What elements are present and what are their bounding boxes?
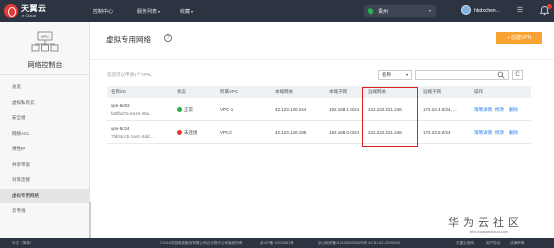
local-subnet: 192.168.0.0/24 (329, 130, 360, 135)
watermark: 华为云社区 (448, 217, 523, 229)
delete-link[interactable]: 删除 (509, 130, 518, 136)
filter-select[interactable]: 名称 ▾ (378, 70, 412, 80)
table-row: vpn-6e02 fa0fbd7a-ea16-45a... 正常 VPC-1 42.12… (107, 99, 531, 121)
content-header: 虚拟专用网络 ? + 创建VPN (91, 22, 554, 60)
nav-console[interactable]: 控制中心 (93, 8, 113, 15)
sidebar: VPC 网络控制台 总览虚拟私有云 安全组网络ACL 弹性IP 共享带宽 对等连接 虚拟专… (0, 22, 91, 242)
status-badge: 正常 (177, 107, 193, 113)
sidebar-title: 网络控制台 (27, 62, 63, 69)
create-vpn-button[interactable]: + 创建VPN (496, 32, 542, 44)
brand-sub: e Cloud (22, 13, 36, 18)
police-record[interactable]: 京公网安备11010502030405号 A2.B1.B2-20090001 (318, 238, 401, 248)
region-selector[interactable]: 贵州 ▾ (364, 5, 436, 17)
sidebar-item[interactable]: 虚拟私有云 (0, 96, 90, 110)
status-icon (177, 130, 182, 136)
policy-details-link[interactable]: 策略详情 (474, 107, 492, 113)
location-pin-icon (366, 7, 375, 15)
vpc-name: VPC-1 (220, 107, 234, 112)
table-row: vpn-5c24 7fd04ccb-1a4c-4dd... 未连接 VPC2 42.12… (107, 122, 531, 144)
svg-text:VPC: VPC (41, 34, 49, 39)
nav-services[interactable]: 服务列表▾ (137, 8, 160, 15)
search-input[interactable] (415, 70, 509, 80)
quota-hint: 您还可以申请1个VPN。 (107, 72, 155, 77)
logo-icon[interactable] (4, 4, 18, 18)
sidebar-item[interactable]: 弹性IP (0, 142, 90, 156)
vpc-illustration-icon: VPC (31, 31, 59, 52)
remote-gateway-highlight (362, 87, 418, 147)
username[interactable]: hbdxchen... (474, 8, 500, 14)
vpn-id: 7fd04ccb-1a4c-4dd... (111, 134, 154, 139)
modify-link[interactable]: 修改 (495, 107, 504, 113)
remote-subnet: 172.23.5.0/24 (423, 130, 451, 135)
local-subnet: 192.168.1.0/24 (329, 107, 360, 112)
status-icon (177, 107, 182, 113)
avatar[interactable] (461, 5, 471, 15)
top-bar: 天翼云 e Cloud 控制中心 服务列表▾ 收藏▾ 贵州 ▾ hbdxchen… (0, 0, 554, 22)
col-header: 本端子网 (329, 89, 347, 94)
chevron-down-icon: ▾ (405, 72, 408, 77)
icp-number[interactable]: 京ICP备 12022551号 (260, 238, 294, 248)
vpn-name[interactable]: vpn-5c24 (111, 126, 130, 131)
local-gateway: 42.123.120.244 (275, 107, 307, 112)
col-header: 状态 (177, 89, 186, 94)
search-icon[interactable] (497, 71, 505, 79)
status-text: 正常 (184, 107, 193, 112)
status-badge: 未连接 (177, 130, 198, 136)
sidebar-item[interactable]: 共享带宽 (0, 158, 90, 172)
col-header: 名称/ID (111, 89, 126, 94)
filter-select-value: 名称 (382, 72, 391, 77)
language-selector[interactable]: 中文（简体） (12, 238, 34, 248)
local-gateway: 42.123.120.196 (275, 130, 307, 135)
chevron-down-icon: ▾ (158, 9, 161, 14)
watermark-url: bbs.huaweicloud.com (470, 229, 509, 234)
region-name: 贵州 (378, 9, 389, 15)
remote-subnet: 172.23.4.0/24, ... (423, 107, 457, 112)
copyright: ©2018中国电信股份有限公司云计算分公司版权所有 (160, 241, 243, 245)
sidebar-item[interactable]: 对等连接 (0, 173, 90, 187)
col-header: 所属VPC (220, 89, 239, 94)
nav-favorites[interactable]: 收藏▾ (180, 8, 193, 15)
sidebar-item[interactable]: 虚拟专用网络 (0, 188, 90, 203)
modify-link[interactable]: 修改 (495, 130, 504, 136)
notification-badge (547, 4, 552, 9)
delete-link[interactable]: 删除 (509, 107, 518, 113)
sidebar-scrollbar[interactable] (89, 202, 91, 242)
chevron-down-icon: ▾ (428, 8, 431, 13)
chevron-down-icon: ▾ (191, 9, 194, 14)
footer-link[interactable]: 用户协议 (486, 238, 500, 248)
sidebar-item[interactable]: 安全组 (0, 111, 90, 125)
vpn-id: fa0fbd7a-ea16-45a... (111, 111, 153, 116)
table-header: 名称/ID 状态 所属VPC 本端网关 本端子网 远端网关 远端子网 操作 (107, 86, 531, 98)
vpn-name[interactable]: vpn-6e02 (111, 103, 130, 108)
footer-link[interactable]: 天翼云官网 (456, 238, 474, 248)
menu-icon[interactable]: ☰ (515, 6, 525, 16)
vpc-name: VPC2 (220, 130, 232, 135)
sidebar-item[interactable]: 网络ACL (0, 127, 90, 141)
divider (0, 74, 90, 75)
policy-details-link[interactable]: 策略详情 (474, 130, 492, 136)
page-title: 虚拟专用网络 (106, 35, 151, 44)
col-header: 本端网关 (275, 89, 293, 94)
sidebar-item[interactable]: 云专线 (0, 204, 90, 218)
col-header: 远端子网 (423, 89, 441, 94)
footer-link[interactable]: 法律声明 (510, 238, 524, 248)
col-header: 操作 (474, 89, 483, 94)
footer: 中文（简体） ©2018中国电信股份有限公司云计算分公司版权所有 京ICP备 1… (0, 238, 554, 248)
sidebar-item[interactable]: 总览 (0, 80, 90, 94)
refresh-button[interactable]: C (512, 70, 523, 80)
refresh-icon: C (515, 72, 520, 78)
help-icon[interactable]: ? (164, 34, 172, 42)
status-text: 未连接 (184, 130, 198, 135)
